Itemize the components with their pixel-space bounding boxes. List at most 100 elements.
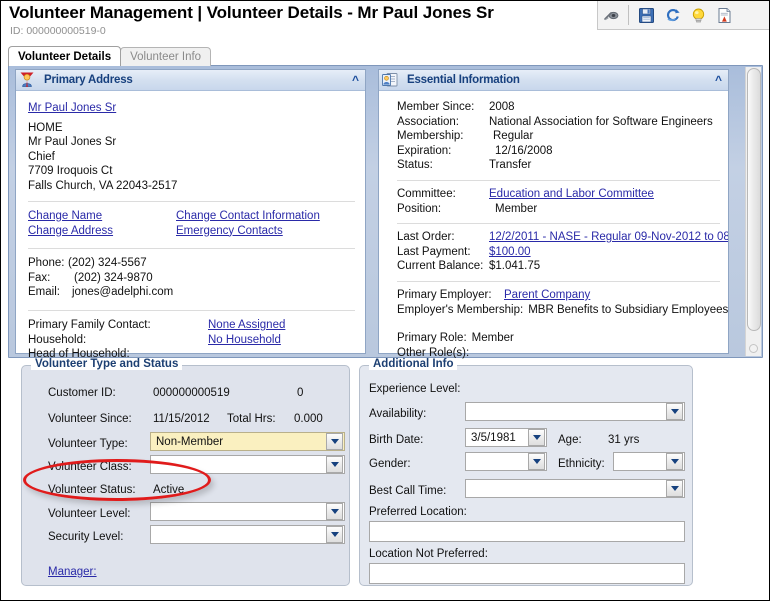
info-label: Current Balance: xyxy=(397,260,484,273)
toolbar xyxy=(597,1,769,30)
chevron-down-icon[interactable] xyxy=(666,480,683,497)
scrollbar-thumb[interactable] xyxy=(747,68,761,331)
info-row: Association: National Association for So… xyxy=(397,115,720,130)
tab-volunteer-info[interactable]: Volunteer Info xyxy=(120,47,212,66)
household-row: Primary Family Contact: None Assigned xyxy=(28,318,355,333)
info-row: Membership: Regular xyxy=(397,129,720,144)
essential-information-panel: Essential Information ^ Member Since: 20… xyxy=(378,69,729,359)
change-name-link[interactable]: Change Name xyxy=(28,210,102,222)
location-not-preferred-input[interactable] xyxy=(369,563,685,584)
info-row: Employer's Membership: MBR Benefits to S… xyxy=(397,303,728,318)
info-row: Last Payment: $100.00 xyxy=(397,245,720,260)
chevron-down-icon[interactable] xyxy=(326,433,343,450)
availability-dropdown[interactable] xyxy=(465,402,685,421)
chevron-down-icon[interactable] xyxy=(326,503,343,520)
info-label: Status: xyxy=(397,159,433,172)
volunteer-person-icon xyxy=(18,71,36,89)
refresh-icon[interactable] xyxy=(660,3,684,27)
preferred-location-value xyxy=(370,522,684,528)
info-row: Primary Employer: Parent Company xyxy=(397,288,720,303)
change-address-link[interactable]: Change Address xyxy=(28,225,113,237)
info-row: Committee: Education and Labor Committee xyxy=(397,187,720,202)
age-value: 31 yrs xyxy=(608,434,640,446)
change-contact-information-link[interactable]: Change Contact Information xyxy=(176,210,320,222)
essential-information-panel-header: Essential Information ^ xyxy=(379,70,728,91)
chevron-up-icon[interactable]: ^ xyxy=(715,73,722,87)
panel-title: Essential Information xyxy=(407,74,520,86)
chevron-down-icon[interactable] xyxy=(666,453,683,470)
address-links-row: Change Name Change Contact Information xyxy=(28,209,355,224)
address-line: Mr Paul Jones Sr xyxy=(28,136,117,148)
info-value: Member xyxy=(495,202,538,215)
birth-date-dropdown[interactable]: 3/5/1981 xyxy=(465,428,547,447)
primary-employer-link[interactable]: Parent Company xyxy=(504,288,590,303)
customer-id-suffix-value: 0 xyxy=(297,387,304,399)
save-icon[interactable] xyxy=(634,3,658,27)
best-call-time-dropdown[interactable] xyxy=(465,479,685,498)
household-link[interactable]: No Household xyxy=(208,333,281,348)
info-value: 2008 xyxy=(489,101,515,113)
panel-title: Primary Address xyxy=(44,74,133,86)
contact-label: Email: xyxy=(28,286,60,299)
details-scroll-region: Primary Address ^ Mr Paul Jones Sr HOME … xyxy=(8,65,763,360)
info-value: National Association for Software Engine… xyxy=(489,115,713,128)
last-order-link[interactable]: 12/2/2011 - NASE - Regular 09-Nov-2012 t… xyxy=(489,230,728,245)
location-not-preferred-value xyxy=(370,564,684,570)
additional-info-group: Additional Info Experience Level: Availa… xyxy=(359,358,693,586)
contact-row: Phone: (202) 324-5567 xyxy=(28,256,355,271)
chevron-down-icon[interactable] xyxy=(528,429,545,446)
primary-address-panel-body: Mr Paul Jones Sr HOME Mr Paul Jones Sr C… xyxy=(16,91,365,368)
volunteer-type-dropdown[interactable]: Non-Member xyxy=(150,432,345,451)
volunteer-since-label: Volunteer Since: xyxy=(48,413,132,425)
info-label: Primary Employer: xyxy=(397,288,492,301)
divider xyxy=(28,201,355,202)
info-label: Member Since: xyxy=(397,101,475,113)
contact-row: Email: jones@adelphi.com xyxy=(28,285,355,300)
manager-link[interactable]: Manager: xyxy=(48,566,97,578)
volunteer-class-dropdown[interactable] xyxy=(150,455,345,474)
scrollbar-resize-grip xyxy=(749,344,758,353)
volunteer-status-label: Volunteer Status: xyxy=(48,484,136,496)
info-value xyxy=(469,346,474,361)
ethnicity-dropdown[interactable] xyxy=(613,452,685,471)
preferred-location-label: Preferred Location: xyxy=(369,506,467,518)
preferred-location-input[interactable] xyxy=(369,521,685,542)
address-line: HOME xyxy=(28,121,63,134)
chevron-down-icon[interactable] xyxy=(666,403,683,420)
chevron-up-icon[interactable]: ^ xyxy=(352,73,359,87)
last-payment-link[interactable]: $100.00 xyxy=(489,245,531,260)
emergency-contacts-link[interactable]: Emergency Contacts xyxy=(176,225,283,237)
info-label: Primary Role: xyxy=(397,332,467,345)
info-label: Association: xyxy=(397,115,460,128)
primary-address-name-link[interactable]: Mr Paul Jones Sr xyxy=(28,102,116,114)
tabstrip: Volunteer Details Volunteer Info xyxy=(8,46,212,66)
security-level-dropdown[interactable] xyxy=(150,525,345,544)
household-label: Primary Family Contact: xyxy=(28,318,151,331)
vertical-scrollbar[interactable] xyxy=(745,67,761,356)
gender-dropdown[interactable] xyxy=(465,452,547,471)
ethnicity-label: Ethnicity: xyxy=(558,458,605,470)
chevron-down-icon[interactable] xyxy=(326,526,343,543)
view-hide-icon[interactable] xyxy=(600,3,624,27)
report-icon[interactable] xyxy=(712,3,736,27)
info-value: MBR Benefits to Subsidiary Employees xyxy=(528,303,728,316)
tab-volunteer-details[interactable]: Volunteer Details xyxy=(8,46,122,66)
tab-label: Volunteer Details xyxy=(18,50,112,63)
primary-family-contact-link[interactable]: None Assigned xyxy=(208,318,285,333)
essential-information-panel-body: Member Since: 2008 Association: National… xyxy=(379,91,728,366)
divider xyxy=(397,280,720,282)
volunteer-level-dropdown[interactable] xyxy=(150,502,345,521)
hint-icon[interactable] xyxy=(686,3,710,27)
info-row: Primary Role: Member xyxy=(397,331,720,346)
divider xyxy=(397,179,720,181)
customer-id-label: Customer ID: xyxy=(48,387,116,399)
divider xyxy=(28,309,355,311)
info-row: Position: Member xyxy=(397,202,720,217)
primary-address-panel: Primary Address ^ Mr Paul Jones Sr HOME … xyxy=(15,69,366,360)
committee-link[interactable]: Education and Labor Committee xyxy=(489,187,654,202)
birth-date-value: 3/5/1981 xyxy=(471,431,516,444)
id-card-icon xyxy=(381,71,399,89)
info-label: Position: xyxy=(397,202,442,215)
chevron-down-icon[interactable] xyxy=(528,453,545,470)
chevron-down-icon[interactable] xyxy=(326,456,343,473)
